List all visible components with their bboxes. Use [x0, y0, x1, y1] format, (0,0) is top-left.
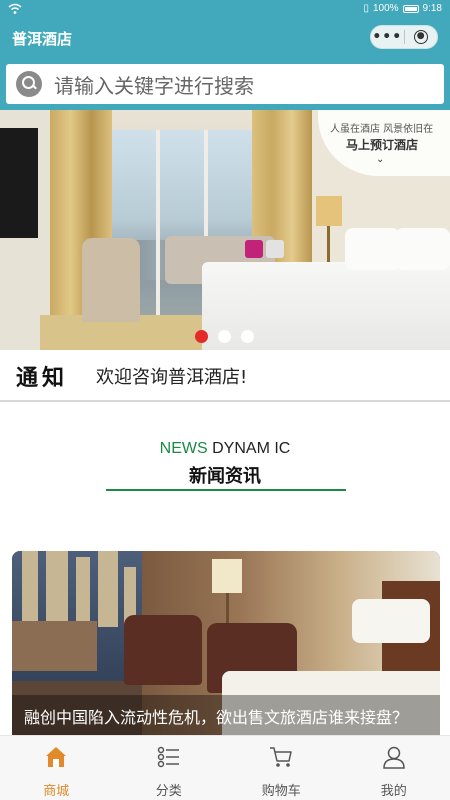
- carousel-dot-active[interactable]: [195, 330, 208, 343]
- news-card[interactable]: 融创中国陷入流动性危机，欲出售文旅酒店谁来接盘？: [12, 551, 440, 735]
- bottom-tab-bar: 商城 分类 购物车 我的: [0, 735, 450, 800]
- user-icon: [382, 746, 405, 769]
- page-title: 普洱酒店: [12, 30, 73, 48]
- battery-icon: [402, 4, 419, 13]
- vibrate-icon: ▯: [363, 3, 369, 14]
- news-title-en-green: NEWS: [159, 440, 208, 457]
- tab-label: 分类: [155, 784, 182, 799]
- notice-text: 欢迎咨询普洱酒店!: [96, 367, 248, 388]
- home-icon: [46, 747, 67, 767]
- banner-tv: [0, 128, 38, 238]
- miniapp-capsule: ••• ●: [370, 25, 438, 49]
- banner-pillow: [395, 228, 450, 270]
- tab-mall[interactable]: 商城: [0, 736, 113, 800]
- tab-label: 购物车: [261, 784, 301, 799]
- carousel-dot[interactable]: [241, 330, 254, 343]
- banner-lamp: [316, 196, 342, 226]
- news-image-tower: [46, 551, 68, 627]
- news-image-tower: [98, 551, 118, 627]
- close-button[interactable]: ●: [404, 30, 437, 44]
- window-mullion: [156, 130, 160, 330]
- tab-cart[interactable]: 购物车: [225, 736, 338, 800]
- tab-label: 商城: [43, 784, 70, 799]
- cart-icon: [270, 747, 292, 767]
- search-area: 请输入关键字进行搜索: [0, 58, 450, 110]
- news-title-underline: [106, 489, 346, 491]
- battery-percent: 100%: [372, 3, 399, 14]
- status-bar: ▯ 100% 9:18: [0, 0, 450, 18]
- carousel-dot[interactable]: [218, 330, 231, 343]
- news-image-armchair: [124, 615, 202, 685]
- banner-carousel[interactable]: 人虽在酒店 风景依旧在 马上预订酒店 ⌄: [0, 110, 450, 350]
- news-image-table: [12, 621, 97, 671]
- news-image-tower: [22, 551, 38, 627]
- banner-pillow: [345, 228, 400, 270]
- banner-badge-slogan: 人虽在酒店 风景依旧在: [330, 124, 434, 135]
- close-circle-icon: ●: [413, 30, 428, 44]
- list-icon: [157, 746, 179, 768]
- title-bar: 普洱酒店 ••• ●: [0, 18, 450, 58]
- news-title-cn: 新闻资讯: [189, 466, 261, 487]
- news-image-pillow: [352, 599, 430, 643]
- banner-chair: [82, 238, 140, 322]
- banner-badge-cta: 马上预订酒店: [346, 138, 419, 152]
- search-placeholder: 请输入关键字进行搜索: [54, 73, 254, 98]
- news-item-title[interactable]: 融创中国陷入流动性危机，欲出售文旅酒店谁来接盘？: [12, 695, 440, 735]
- clock: 9:18: [422, 3, 442, 14]
- notice-bar[interactable]: 通知 欢迎咨询普洱酒店!: [0, 350, 450, 402]
- carousel-indicators: [195, 330, 254, 343]
- news-title-en: NEWS DYNAM IC: [0, 440, 450, 458]
- chevron-down-icon: ⌄: [376, 154, 385, 165]
- search-icon: [16, 71, 42, 97]
- banner-cushion: [245, 240, 263, 258]
- tab-profile[interactable]: 我的: [338, 736, 450, 800]
- status-right: ▯ 100% 9:18: [363, 3, 442, 14]
- search-input[interactable]: 请输入关键字进行搜索: [6, 64, 444, 104]
- wifi-icon: [8, 3, 22, 14]
- notice-tag: 通知: [16, 365, 69, 391]
- tab-category[interactable]: 分类: [113, 736, 226, 800]
- banner-lamp-pole: [327, 226, 330, 262]
- news-image-tower: [76, 557, 90, 627]
- news-title-en-dark: DYNAM IC: [212, 440, 291, 457]
- news-image-lamp: [212, 559, 242, 593]
- banner-cushion: [266, 240, 284, 258]
- tab-label: 我的: [380, 784, 407, 799]
- more-button[interactable]: •••: [371, 30, 404, 44]
